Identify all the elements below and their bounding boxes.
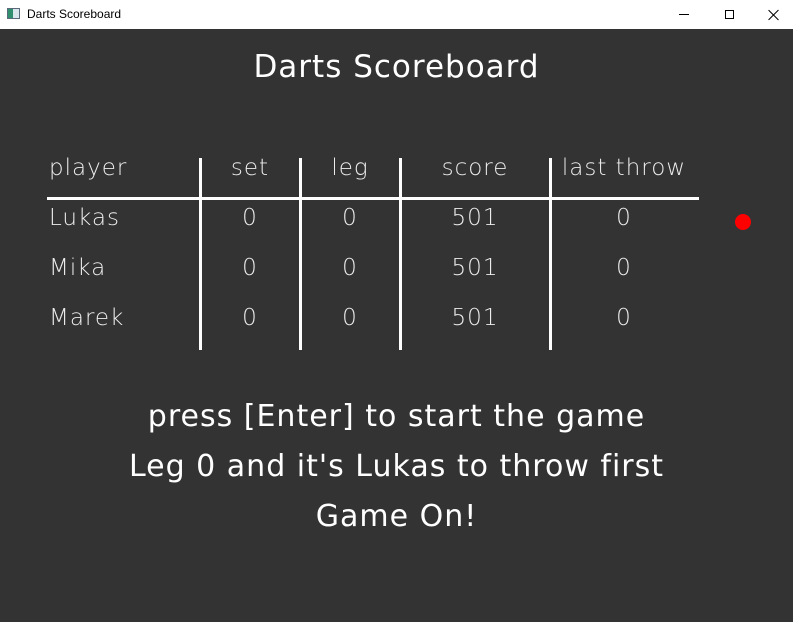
minimize-icon <box>679 14 689 15</box>
last-throw-value: 0 <box>616 305 632 331</box>
column-divider <box>549 158 552 350</box>
set-value: 0 <box>242 305 258 331</box>
game-on-message: Game On! <box>315 499 478 534</box>
player-name: Lukas <box>49 205 120 231</box>
maximize-button[interactable] <box>706 0 752 29</box>
leg-value: 0 <box>342 205 358 231</box>
column-header-leg: leg <box>331 155 369 181</box>
column-header-last-throw: last throw <box>561 155 687 181</box>
table-header: player set leg score last throw <box>0 155 793 195</box>
maximize-icon <box>724 10 734 19</box>
last-throw-value: 0 <box>616 255 632 281</box>
column-header-player: player <box>49 155 128 181</box>
column-divider <box>399 158 402 350</box>
leg-status: Leg 0 and it's Lukas to throw first <box>128 449 665 484</box>
column-header-set: set <box>230 155 270 181</box>
table-row: Marek 0 0 501 0 <box>0 305 793 345</box>
column-divider <box>199 158 202 350</box>
score-value: 501 <box>451 205 499 231</box>
leg-value: 0 <box>342 255 358 281</box>
table-row: Lukas 0 0 501 0 <box>0 205 793 245</box>
set-value: 0 <box>242 255 258 281</box>
player-name: Mika <box>49 255 107 281</box>
column-header-score: score <box>441 155 509 181</box>
leg-value: 0 <box>342 305 358 331</box>
last-throw-value: 0 <box>616 205 632 231</box>
scoreboard-title: Darts Scoreboard <box>253 49 540 85</box>
game-canvas[interactable]: Darts Scoreboard player set leg score la… <box>0 29 793 622</box>
score-value: 501 <box>451 255 499 281</box>
title-bar: Darts Scoreboard <box>0 0 793 29</box>
score-value: 501 <box>451 305 499 331</box>
player-name: Marek <box>49 305 125 331</box>
minimize-button[interactable] <box>661 0 707 29</box>
column-divider <box>299 158 302 350</box>
set-value: 0 <box>242 205 258 231</box>
header-divider <box>47 197 699 200</box>
app-icon <box>7 8 20 19</box>
active-player-indicator <box>735 214 751 230</box>
start-prompt: press [Enter] to start the game <box>147 399 646 434</box>
close-icon <box>768 9 780 21</box>
close-button[interactable] <box>751 0 793 29</box>
table-row: Mika 0 0 501 0 <box>0 255 793 295</box>
window-title: Darts Scoreboard <box>27 7 122 21</box>
